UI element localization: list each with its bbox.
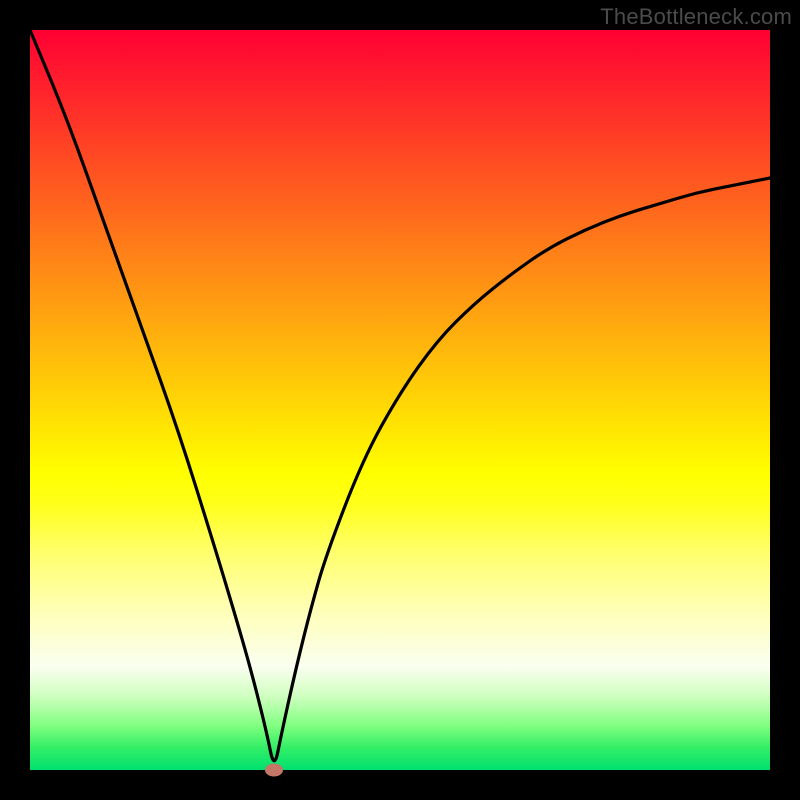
watermark-text: TheBottleneck.com	[600, 4, 792, 30]
plot-area	[30, 30, 770, 770]
curve-svg	[30, 30, 770, 770]
bottleneck-curve	[30, 30, 770, 761]
optimum-marker	[265, 764, 283, 777]
chart-canvas: TheBottleneck.com	[0, 0, 800, 800]
